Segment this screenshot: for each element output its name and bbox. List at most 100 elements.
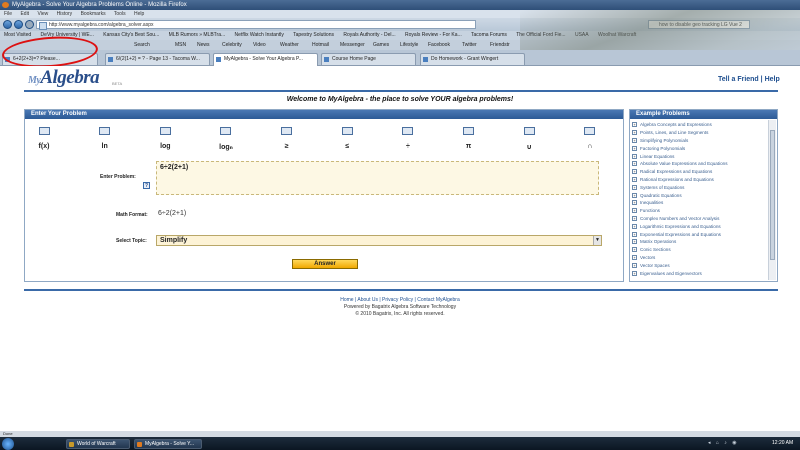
myalgebra-logo[interactable]: MyAlgebra bbox=[28, 67, 100, 89]
toolbar-item[interactable]: MSN bbox=[175, 40, 186, 50]
list-item[interactable]: + Absolute Value Expressions and Equation… bbox=[632, 160, 767, 168]
expand-icon[interactable]: + bbox=[632, 254, 637, 260]
list-item[interactable]: + Vectors bbox=[632, 254, 767, 262]
bookmark-item[interactable]: Tacoma Forums bbox=[471, 32, 507, 38]
list-item[interactable]: + Rational Expressions and Equations bbox=[632, 176, 767, 184]
union-button[interactable]: ∪ bbox=[517, 143, 541, 151]
examples-scrollbar[interactable] bbox=[768, 120, 776, 280]
toolbar-item[interactable]: Celebrity bbox=[222, 40, 242, 50]
toolbar-item[interactable]: Twitter bbox=[462, 40, 477, 50]
log-button[interactable]: log bbox=[153, 143, 177, 151]
less-equal-button[interactable]: ≤ bbox=[335, 143, 359, 151]
list-item[interactable]: + Complex Numbers and Vector Analysis bbox=[632, 215, 767, 223]
menu-bookmarks[interactable]: Bookmarks bbox=[81, 11, 106, 17]
menu-history[interactable]: History bbox=[57, 11, 73, 17]
log-base-button[interactable]: logₙ bbox=[214, 143, 238, 151]
expand-icon[interactable]: + bbox=[632, 145, 637, 151]
menu-view[interactable]: View bbox=[37, 11, 48, 17]
list-item[interactable]: + Linear Equations bbox=[632, 152, 767, 160]
bookmark-item[interactable]: Royals Review - For Ka... bbox=[405, 32, 462, 38]
list-item[interactable]: + Matrix Operations bbox=[632, 238, 767, 246]
bookmark-item[interactable]: USAA bbox=[575, 32, 589, 38]
expand-icon[interactable]: + bbox=[632, 208, 637, 214]
address-bar[interactable]: http://www.myalgebra.com/algebra_solver.… bbox=[36, 20, 476, 30]
divide-button[interactable]: ÷ bbox=[396, 143, 420, 151]
absolute-value-icon[interactable] bbox=[153, 127, 177, 137]
vector-icon[interactable] bbox=[578, 127, 602, 137]
toolbar-item[interactable]: Messenger bbox=[340, 40, 365, 50]
list-item[interactable]: + Quadratic Equations bbox=[632, 191, 767, 199]
square-root-icon[interactable] bbox=[396, 127, 420, 137]
bookmark-item[interactable]: Royals Authority - Del... bbox=[343, 32, 395, 38]
toolbar-item[interactable]: Weather bbox=[280, 40, 299, 50]
tab-item[interactable]: Course Home Page bbox=[321, 53, 416, 65]
matrix-icon[interactable] bbox=[517, 127, 541, 137]
list-item[interactable]: + Radical Expressions and Equations bbox=[632, 168, 767, 176]
list-item[interactable]: + Points, Lines, and Line Segments bbox=[632, 129, 767, 137]
toolbar-item[interactable]: Games bbox=[373, 40, 389, 50]
toolbar-item[interactable]: Facebook bbox=[428, 40, 450, 50]
tab-item-active[interactable]: MyAlgebra - Solve Your Algebra P... bbox=[213, 53, 318, 66]
chevron-down-icon[interactable]: ▼ bbox=[593, 236, 601, 245]
bookmark-item[interactable]: Netflix Watch Instantly bbox=[235, 32, 284, 38]
topic-select[interactable]: Simplify bbox=[156, 235, 602, 246]
list-item[interactable]: + Factoring Polynomials bbox=[632, 144, 767, 152]
expand-icon[interactable]: + bbox=[632, 231, 637, 237]
menu-edit[interactable]: Edit bbox=[20, 11, 29, 17]
expand-icon[interactable]: + bbox=[632, 192, 637, 198]
ln-button[interactable]: ln bbox=[93, 143, 117, 151]
expand-icon[interactable]: + bbox=[632, 270, 637, 276]
expand-icon[interactable]: + bbox=[632, 223, 637, 229]
expand-icon[interactable]: + bbox=[632, 169, 637, 175]
expand-icon[interactable]: + bbox=[632, 262, 637, 268]
toolbar-item[interactable]: News bbox=[197, 40, 210, 50]
back-button[interactable] bbox=[3, 20, 12, 29]
scrollbar-thumb[interactable] bbox=[770, 130, 775, 260]
list-item[interactable]: + Algebra Concepts and Expressions bbox=[632, 121, 767, 129]
exponent-icon[interactable] bbox=[275, 127, 299, 137]
expand-icon[interactable]: + bbox=[632, 247, 637, 253]
expand-icon[interactable]: + bbox=[632, 137, 637, 143]
fraction-icon[interactable] bbox=[214, 127, 238, 137]
list-item[interactable]: + Inequalities bbox=[632, 199, 767, 207]
expand-icon[interactable]: + bbox=[632, 153, 637, 159]
answer-button[interactable]: Answer bbox=[292, 259, 358, 269]
forward-button[interactable] bbox=[14, 20, 23, 29]
system-tray-icons[interactable]: ◂ ⌂ ♪ ◉ bbox=[708, 440, 739, 446]
start-button[interactable] bbox=[2, 438, 14, 450]
taskbar-item[interactable]: World of Warcraft bbox=[66, 439, 130, 449]
toolbar-item[interactable]: Friendstr bbox=[490, 40, 510, 50]
nth-root-icon[interactable] bbox=[457, 127, 481, 137]
list-item[interactable]: + Eigenvalues and Eigenvectors bbox=[632, 269, 767, 277]
expand-icon[interactable]: + bbox=[632, 215, 637, 221]
list-item[interactable]: + Vector Spaces bbox=[632, 261, 767, 269]
bookmark-item[interactable]: MLB Rumors » MLBTra... bbox=[169, 32, 226, 38]
greater-equal-button[interactable]: ≥ bbox=[275, 143, 299, 151]
expand-icon[interactable]: + bbox=[632, 239, 637, 245]
problem-input[interactable]: 6÷2(2+1) bbox=[156, 161, 599, 195]
list-item[interactable]: + Exponential Expressions and Equations bbox=[632, 230, 767, 238]
tell-a-friend-link[interactable]: Tell a Friend bbox=[718, 76, 759, 83]
function-button[interactable]: f(x) bbox=[32, 143, 56, 151]
bookmark-item[interactable]: Tapestry Solutions bbox=[293, 32, 334, 38]
list-item[interactable]: + Functions bbox=[632, 207, 767, 215]
toolbar-item[interactable]: Video bbox=[253, 40, 266, 50]
toolbar-item[interactable]: Lifestyle bbox=[400, 40, 418, 50]
expand-icon[interactable]: + bbox=[632, 200, 637, 206]
brackets-icon[interactable] bbox=[93, 127, 117, 137]
toolbar-search-button[interactable]: Search bbox=[134, 40, 150, 50]
menu-help[interactable]: Help bbox=[134, 11, 144, 17]
subscript-icon[interactable] bbox=[335, 127, 359, 137]
expand-icon[interactable]: + bbox=[632, 161, 637, 167]
list-item[interactable]: + Simplifying Polynomials bbox=[632, 137, 767, 145]
help-link[interactable]: Help bbox=[765, 76, 780, 83]
bookmark-item[interactable]: Woolhat Warcraft bbox=[598, 32, 636, 38]
list-item[interactable]: + Conic Sections bbox=[632, 246, 767, 254]
pi-button[interactable]: π bbox=[457, 143, 481, 151]
parentheses-icon[interactable] bbox=[32, 127, 56, 137]
menu-file[interactable]: File bbox=[4, 11, 12, 17]
expand-icon[interactable]: + bbox=[632, 122, 637, 128]
expand-icon[interactable]: + bbox=[632, 184, 637, 190]
list-item[interactable]: + Systems of Equations bbox=[632, 183, 767, 191]
menu-tools[interactable]: Tools bbox=[114, 11, 126, 17]
